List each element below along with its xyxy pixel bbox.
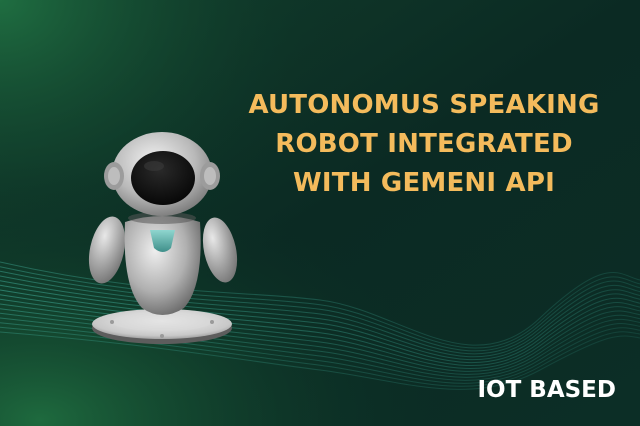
headline: AUTONOMUS SPEAKING ROBOT INTEGRATED WITH… [232,86,616,203]
headline-line-3: WITH GEMENI API [293,168,555,198]
headline-line-1: AUTONOMUS SPEAKING [248,90,600,120]
robot-figure-illustration [88,132,238,344]
headline-line-2: ROBOT INTEGRATED [275,129,573,159]
banner-canvas: AUTONOMUS SPEAKING ROBOT INTEGRATED WITH… [0,0,640,426]
footer-tag: IOT BASED [477,377,616,403]
